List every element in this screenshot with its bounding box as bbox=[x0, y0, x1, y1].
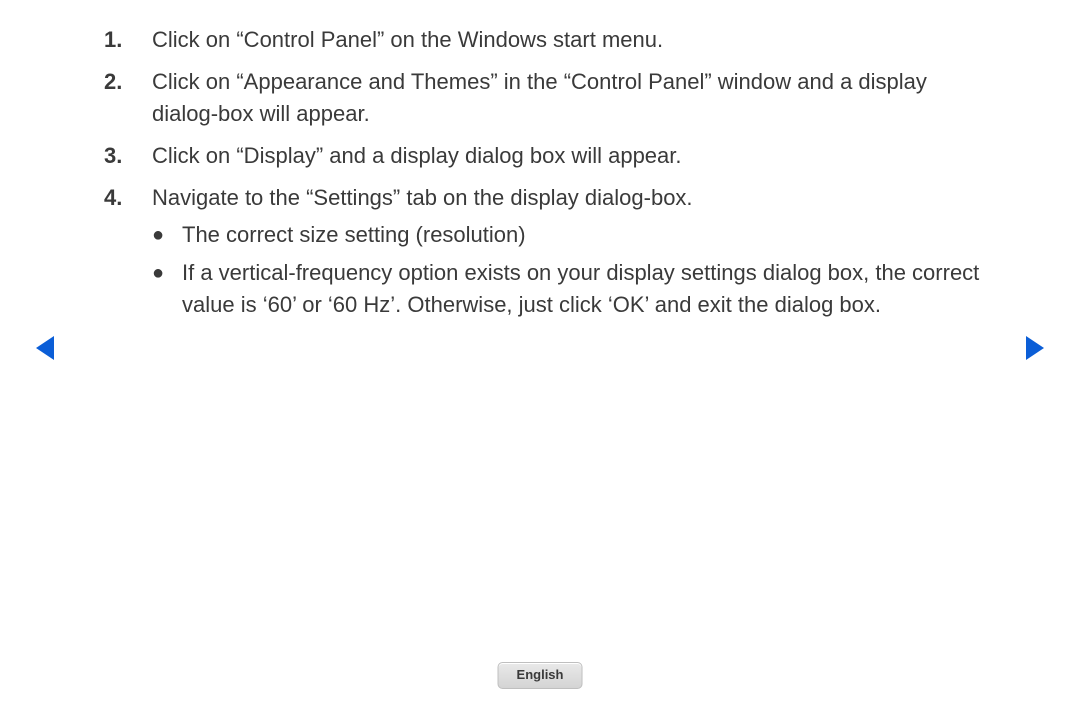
step-text: Click on “Display” and a display dialog … bbox=[152, 140, 990, 172]
instruction-list: 1. Click on “Control Panel” on the Windo… bbox=[104, 24, 990, 327]
step-number: 2. bbox=[104, 66, 152, 130]
sub-item: ● If a vertical-frequency option exists … bbox=[152, 257, 990, 321]
instruction-step: 1. Click on “Control Panel” on the Windo… bbox=[104, 24, 990, 56]
sub-item: ● The correct size setting (resolution) bbox=[152, 219, 990, 251]
step-text: Click on “Appearance and Themes” in the … bbox=[152, 66, 990, 130]
bullet-icon: ● bbox=[152, 219, 182, 251]
step-text: Click on “Control Panel” on the Windows … bbox=[152, 24, 990, 56]
instruction-step: 2. Click on “Appearance and Themes” in t… bbox=[104, 66, 990, 130]
language-label: English bbox=[517, 667, 564, 682]
sub-item-text: The correct size setting (resolution) bbox=[182, 219, 990, 251]
prev-page-button[interactable] bbox=[36, 336, 54, 360]
instruction-step: 4. Navigate to the “Settings” tab on the… bbox=[104, 182, 990, 328]
sub-list: ● The correct size setting (resolution) … bbox=[152, 219, 990, 321]
step-text: Navigate to the “Settings” tab on the di… bbox=[152, 185, 693, 210]
document-content: 1. Click on “Control Panel” on the Windo… bbox=[0, 0, 1080, 327]
language-button[interactable]: English bbox=[498, 662, 583, 689]
next-page-button[interactable] bbox=[1026, 336, 1044, 360]
sub-item-text: If a vertical-frequency option exists on… bbox=[182, 257, 990, 321]
step-number: 1. bbox=[104, 24, 152, 56]
bullet-icon: ● bbox=[152, 257, 182, 321]
instruction-step: 3. Click on “Display” and a display dial… bbox=[104, 140, 990, 172]
step-text-container: Navigate to the “Settings” tab on the di… bbox=[152, 182, 990, 328]
step-number: 4. bbox=[104, 182, 152, 328]
step-number: 3. bbox=[104, 140, 152, 172]
